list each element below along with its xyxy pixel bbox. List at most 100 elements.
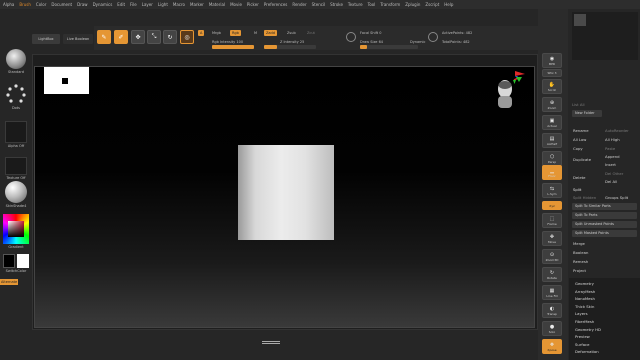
move-button[interactable]: ✥	[131, 30, 145, 44]
dynamic-toggle[interactable]: Dynamic	[410, 40, 425, 44]
subpanel-geometry[interactable]: Geometry	[575, 281, 594, 286]
z-intensity-slider[interactable]: Z Intensity 25	[280, 40, 304, 44]
menu-item-marker[interactable]: Marker	[190, 2, 204, 7]
frame-button[interactable]: ⬚ Frame	[542, 213, 562, 228]
project-section[interactable]: Project	[573, 268, 586, 273]
menu-item-light[interactable]: Light	[158, 2, 168, 7]
move-view-button[interactable]: ✥ Move	[542, 231, 562, 246]
draw-size-track[interactable]	[360, 45, 418, 49]
subpanel-layers[interactable]: Layers	[575, 311, 588, 316]
subpanel-preview[interactable]: Preview	[575, 334, 590, 339]
merge-section[interactable]: Merge	[573, 241, 585, 246]
rotate-view-button[interactable]: ↻ Rotate	[542, 267, 562, 282]
gizmo-button[interactable]: ◎	[180, 30, 194, 44]
boolean-section[interactable]: Boolean	[573, 250, 588, 255]
split-unmasked-button[interactable]: Split Unmasked Points	[572, 221, 637, 228]
m-button[interactable]: M	[254, 31, 257, 35]
menu-item-material[interactable]: Material	[209, 2, 225, 7]
subtool-list[interactable]	[572, 12, 638, 60]
aahalf-button[interactable]: ▤ AAHalf	[542, 133, 562, 148]
menu-item-file[interactable]: File	[130, 2, 137, 7]
zoom3d-button[interactable]: ⊙ Zoom3D	[542, 249, 562, 264]
menu-item-render[interactable]: Render	[292, 2, 306, 7]
linefill-button[interactable]: ▦ Line Fill	[542, 285, 562, 300]
rotate-button[interactable]: ↻	[163, 30, 177, 44]
subpanel-deformation[interactable]: Deformation	[575, 349, 599, 354]
actual-button[interactable]: ▣ Actual	[542, 115, 562, 130]
menu-item-tool[interactable]: Tool	[368, 2, 376, 7]
texture-selector[interactable]: Texture Off	[3, 157, 29, 180]
axis-gizmo[interactable]	[507, 68, 527, 82]
split-parts-button[interactable]: Split To Parts	[572, 212, 637, 219]
mrgb-label[interactable]: Mrgb	[212, 31, 221, 35]
split-section-header[interactable]: Split	[573, 187, 581, 192]
a-toggle[interactable]: A	[198, 30, 205, 36]
split-similar-button[interactable]: Split To Similar Parts	[572, 203, 637, 210]
persp-button[interactable]: ⬡ Persp	[542, 151, 562, 166]
menu-item-preferences[interactable]: Preferences	[264, 2, 288, 7]
bpr-button[interactable]: ◉ BPR	[542, 53, 562, 68]
live-boolean-button[interactable]: Live Boolean	[63, 34, 93, 44]
menu-item-zplugin[interactable]: Zplugin	[405, 2, 420, 7]
duplicate-button[interactable]: Duplicate	[573, 157, 591, 162]
draw-button[interactable]: ✐	[114, 30, 128, 44]
menu-item-transform[interactable]: Transform	[380, 2, 400, 7]
groups-split-button[interactable]: Groups Split	[605, 195, 628, 200]
xyz-button[interactable]: Xyz	[542, 201, 562, 210]
remesh-section[interactable]: Remesh	[573, 259, 588, 264]
solo-button[interactable]: ● Solo	[542, 321, 562, 336]
menu-item-macro[interactable]: Macro	[173, 2, 185, 7]
subpanel-geometry-hd[interactable]: Geometry HD	[575, 327, 601, 332]
menu-item-stencil[interactable]: Stencil	[312, 2, 326, 7]
rgb-intensity-slider[interactable]: Rgb Intensity 100	[212, 40, 243, 44]
subpanel-surface[interactable]: Surface	[575, 342, 589, 347]
brush-selector[interactable]: Standard	[3, 49, 29, 74]
rgb-button[interactable]: Rgb	[230, 30, 241, 36]
edit-button[interactable]: ✎	[97, 30, 111, 44]
color-picker[interactable]: Gradient	[3, 214, 29, 249]
del-all-button[interactable]: Del All	[605, 179, 617, 184]
floor-button[interactable]: ▁ Floor	[542, 165, 562, 180]
rgb-intensity-track[interactable]	[212, 45, 254, 49]
focal-curve-icon[interactable]	[346, 32, 356, 42]
subpanel-arraymesh[interactable]: ArrayMesh	[575, 289, 595, 294]
focal-shift-slider[interactable]: Focal Shift 0	[360, 31, 382, 35]
menu-item-edit[interactable]: Edit	[117, 2, 125, 7]
menu-item-alpha[interactable]: Alpha	[3, 2, 14, 7]
insert-button[interactable]: Insert	[605, 162, 616, 167]
alpha-selector[interactable]: Alpha Off	[3, 121, 29, 148]
menu-item-stroke[interactable]: Stroke	[330, 2, 343, 7]
split-hidden-button[interactable]: Split Hidden	[573, 195, 596, 200]
alternate-button[interactable]: Alternate	[0, 279, 18, 285]
menu-item-color[interactable]: Color	[36, 2, 46, 7]
zsub-button[interactable]: Zsub	[287, 31, 296, 35]
menu-item-document[interactable]: Document	[51, 2, 72, 7]
all-low-button[interactable]: All Low	[573, 137, 586, 142]
all-high-button[interactable]: All High	[605, 137, 620, 142]
menu-item-dynamics[interactable]: Dynamics	[93, 2, 113, 7]
new-folder-button[interactable]: New Folder	[572, 110, 602, 117]
scroll-button[interactable]: ✋ Scroll	[542, 79, 562, 94]
menu-item-layer[interactable]: Layer	[142, 2, 153, 7]
rename-button[interactable]: Rename	[573, 128, 589, 133]
subpanel-nanomesh[interactable]: NanoMesh	[575, 296, 595, 301]
split-masked-button[interactable]: Split Masked Points	[572, 230, 637, 237]
scale-button[interactable]: ⤡	[147, 30, 161, 44]
z-intensity-track[interactable]	[264, 45, 316, 49]
zadd-button[interactable]: Zadd	[264, 30, 277, 36]
autoreorder-button[interactable]: AutoReorder	[605, 128, 629, 133]
zoom-button[interactable]: ⊕ Zoom	[542, 97, 562, 112]
switch-color[interactable]: SwitchColor	[3, 254, 29, 273]
navigation-thumbnail[interactable]	[44, 67, 89, 94]
material-selector[interactable]: SkinShade4	[3, 181, 29, 208]
copy-button[interactable]: Copy	[573, 146, 583, 151]
list-all-button[interactable]: List All	[572, 102, 585, 107]
subpanel-fibermesh[interactable]: FiberMesh	[575, 319, 594, 324]
zcut-button[interactable]: Zcut	[307, 31, 315, 35]
menu-item-picker[interactable]: Picker	[247, 2, 259, 7]
menu-item-texture[interactable]: Texture	[348, 2, 363, 7]
del-other-button[interactable]: Del Other	[605, 171, 623, 176]
bottom-shelf-handle[interactable]	[262, 341, 280, 344]
menu-item-draw[interactable]: Draw	[77, 2, 87, 7]
menu-item-zscript[interactable]: Zscript	[425, 2, 439, 7]
